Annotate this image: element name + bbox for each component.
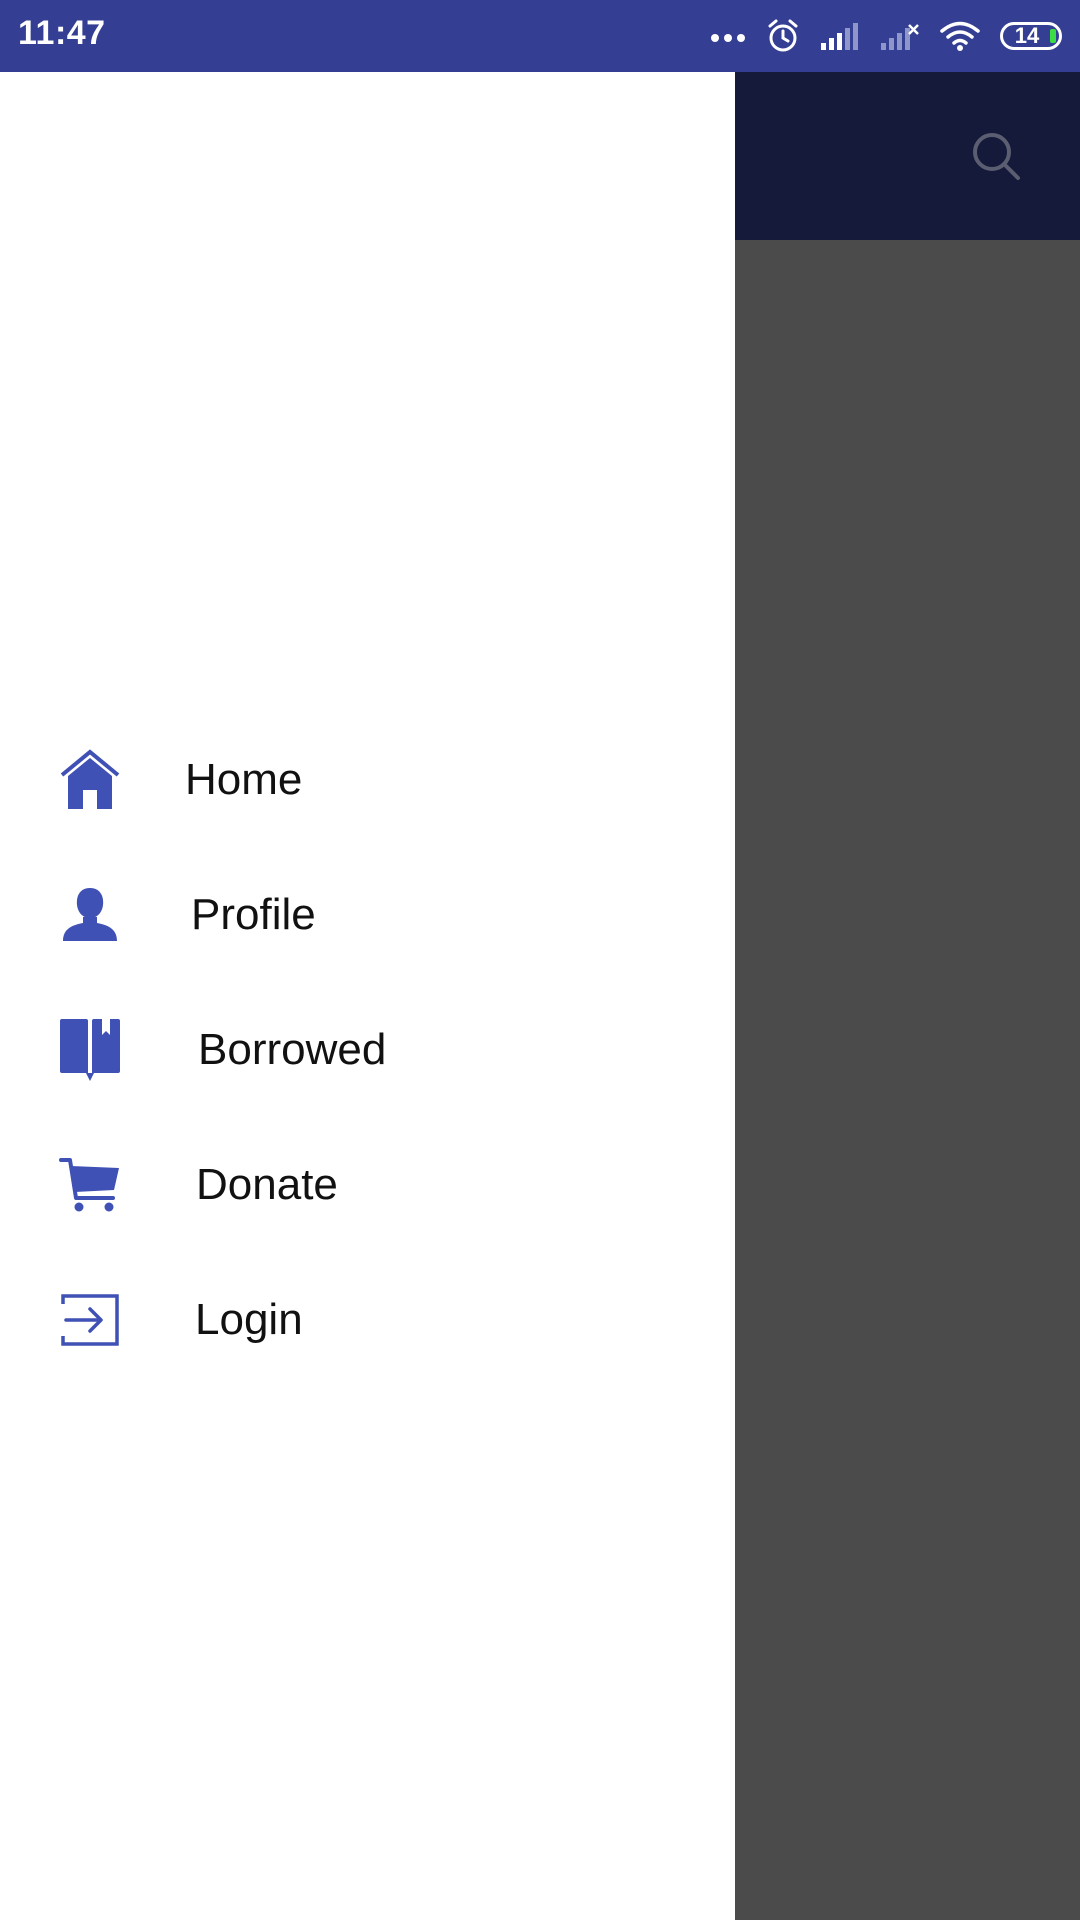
nav-item-label: Profile xyxy=(191,889,316,939)
signal-no-sim-icon xyxy=(880,21,920,51)
status-time: 11:47 xyxy=(18,14,106,52)
nav-item-label: Login xyxy=(195,1294,303,1344)
login-icon xyxy=(58,1288,122,1352)
alarm-icon xyxy=(766,19,800,53)
drawer-header xyxy=(0,72,735,672)
status-icons: 14 xyxy=(710,14,1062,58)
cart-icon xyxy=(58,1153,122,1217)
nav-list: Home Profile Borrowed Donate Login xyxy=(0,712,735,1387)
nav-item-profile[interactable]: Profile xyxy=(0,847,735,982)
screen: 11:47 14 Home Profile Borrowed Donate Lo… xyxy=(0,0,1080,1920)
battery-fill xyxy=(1050,29,1056,43)
signal-icon xyxy=(820,21,860,51)
nav-item-home[interactable]: Home xyxy=(0,712,735,847)
nav-item-label: Home xyxy=(185,754,303,804)
battery-icon: 14 xyxy=(1000,22,1062,50)
home-icon xyxy=(58,748,122,812)
battery-level: 14 xyxy=(1014,23,1040,48)
search-icon[interactable] xyxy=(968,128,1024,184)
status-bar: 11:47 14 xyxy=(0,0,1080,72)
more-dots-icon xyxy=(710,30,746,42)
wifi-icon xyxy=(940,20,980,52)
nav-item-login[interactable]: Login xyxy=(0,1252,735,1387)
book-icon xyxy=(58,1018,122,1082)
navigation-drawer: Home Profile Borrowed Donate Login xyxy=(0,72,735,1920)
person-icon xyxy=(58,883,122,947)
nav-item-borrowed[interactable]: Borrowed xyxy=(0,982,735,1117)
nav-item-label: Borrowed xyxy=(198,1024,387,1074)
nav-item-donate[interactable]: Donate xyxy=(0,1117,735,1252)
nav-item-label: Donate xyxy=(196,1159,338,1209)
